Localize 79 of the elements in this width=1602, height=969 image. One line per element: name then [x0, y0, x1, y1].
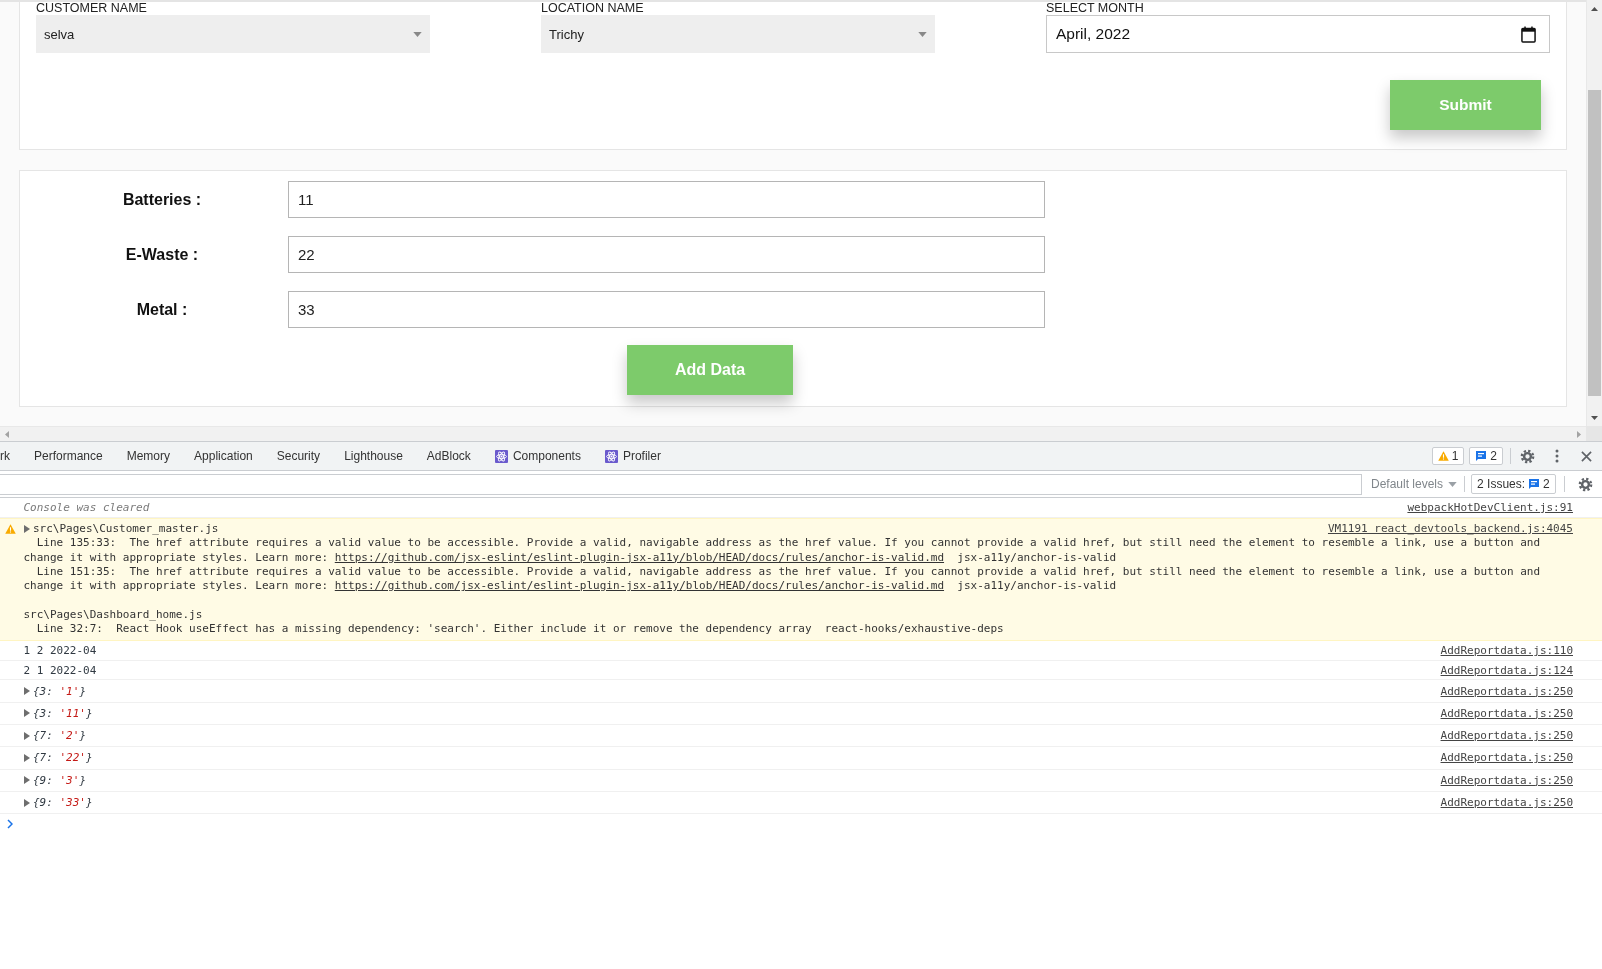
expand-triangle-icon[interactable]: [23, 776, 30, 785]
prompt-chevron-icon: [7, 819, 13, 830]
docs-link[interactable]: https://github.com/jsx-eslint/eslint-plugin-jsx-a11y/blob/HEAD/docs/rules/anchor-is-valid.md: [334, 579, 945, 593]
month-field[interactable]: April, 2022: [1046, 15, 1550, 53]
more-options-icon[interactable]: [1555, 449, 1559, 463]
source-link[interactable]: AddReportdata.js:250: [1440, 684, 1573, 698]
field-label: SELECT MONTH: [1046, 2, 1144, 15]
devtools-tab[interactable]: rk: [0, 442, 22, 470]
expand-triangle-icon[interactable]: [23, 525, 30, 534]
warning-text: Line 151:35: The href attribute requires a valid value to be accessible. Provide a valid, navigable address as the href value. If you cannot provide a valid href, but still need the element to resemble a link, use a button and change it with appropriate styles. Learn more: https://github.com/jsx-eslint/eslint-plugin-jsx-a11y/blob/HEAD/docs/rules/anchor-is-valid.md jsx-a11y/anchor-is-valid: [23, 564, 1542, 594]
messages-button[interactable]: 2: [1469, 447, 1503, 465]
file-path: src\Pages\Customer_master.js: [33, 522, 219, 537]
source-link[interactable]: AddReportdata.js:250: [1440, 773, 1573, 787]
devtools-tab[interactable]: Components: [482, 442, 593, 470]
input-field[interactable]: 33: [288, 291, 1045, 328]
devtools-tab[interactable]: Lighthouse: [332, 442, 415, 470]
warnings-button[interactable]: 1: [1431, 447, 1465, 465]
devtools-tab[interactable]: Performance: [22, 442, 115, 470]
object-preview: {7: '22'}: [33, 751, 93, 765]
select-field[interactable]: selva: [36, 15, 430, 53]
atom-icon: [494, 449, 508, 463]
object-preview: {3: '11'}: [33, 706, 93, 720]
source-link[interactable]: AddReportdata.js:110: [1440, 644, 1573, 658]
object-preview: {3: '1'}: [33, 684, 86, 698]
settings-icon[interactable]: [1520, 448, 1535, 464]
console-message: 2 1 2022-04: [23, 663, 97, 677]
expand-triangle-icon[interactable]: [23, 731, 30, 740]
source-link[interactable]: VM1191 react_devtools_backend.js:4045: [1327, 522, 1573, 537]
file-path: src\Pages\Dashboard_home.js: [23, 607, 203, 623]
vertical-scrollbar[interactable]: [1586, 0, 1602, 426]
warning-icon: [5, 524, 17, 534]
field-label: CUSTOMER NAME: [36, 2, 147, 15]
caret-icon: [1448, 481, 1458, 487]
source-link[interactable]: AddReportdata.js:250: [1440, 729, 1573, 743]
close-icon[interactable]: [1581, 450, 1592, 462]
message-icon: [1475, 450, 1488, 462]
expand-triangle-icon[interactable]: [23, 687, 30, 695]
input-field[interactable]: 22: [288, 236, 1045, 273]
source-link[interactable]: AddReportdata.js:250: [1440, 751, 1573, 765]
settings-icon[interactable]: [1577, 476, 1593, 492]
devtools-tab[interactable]: Profiler: [592, 442, 673, 470]
atom-icon: [604, 449, 618, 463]
field-label: Batteries :: [122, 190, 202, 208]
console-message: 1 2 2022-04: [23, 644, 97, 658]
devtools-tab[interactable]: AdBlock: [414, 442, 483, 470]
field-label: LOCATION NAME: [541, 2, 644, 15]
caret-icon: [413, 31, 422, 37]
calendar-icon[interactable]: [1521, 25, 1536, 43]
object-preview: {7: '2'}: [33, 729, 86, 743]
source-link[interactable]: AddReportdata.js:250: [1440, 796, 1573, 809]
scroll-down-icon[interactable]: [1591, 415, 1598, 420]
docs-link[interactable]: https://github.com/jsx-eslint/eslint-plugin-jsx-a11y/blob/HEAD/docs/rules/anchor-is-valid.md: [334, 550, 945, 564]
field-label: Metal :: [136, 300, 188, 318]
warning-text: Line 135:33: The href attribute requires a valid value to be accessible. Provide a valid, navigable address as the href value. If you cannot provide a valid href, but still need the element to resemble a link, use a button and change it with appropriate styles. Learn more: https://github.com/jsx-eslint/eslint-plugin-jsx-a11y/blob/HEAD/docs/rules/anchor-is-valid.md jsx-a11y/anchor-is-valid: [23, 536, 1542, 565]
expand-triangle-icon[interactable]: [23, 798, 30, 807]
devtools-tab[interactable]: Memory: [114, 442, 183, 470]
expand-triangle-icon[interactable]: [23, 753, 30, 762]
scrollbar-thumb[interactable]: [1588, 90, 1601, 396]
console-message: Console was cleared: [23, 501, 150, 514]
input-field[interactable]: 11: [288, 181, 1045, 218]
object-preview: {9: '3'}: [33, 773, 86, 787]
select-field[interactable]: Trichy: [541, 15, 935, 53]
object-preview: {9: '33'}: [33, 796, 93, 809]
source-link[interactable]: AddReportdata.js:124: [1440, 663, 1573, 677]
source-link[interactable]: webpackHotDevClient.js:91: [1407, 501, 1573, 514]
devtools-tab[interactable]: Security: [264, 442, 333, 470]
devtools-tab[interactable]: Application: [182, 442, 265, 470]
scroll-up-icon[interactable]: [1591, 6, 1598, 11]
warning-text: Line 32:7: React Hook useEffect has a missing dependency: 'search'. Either include it or remove the dependency array react-hooks/exhaustive-deps: [35, 622, 1005, 637]
filter-input[interactable]: [0, 473, 1362, 495]
issues-button[interactable]: 2 Issues: 2: [1471, 474, 1556, 494]
field-label: E-Waste :: [125, 245, 199, 263]
warning-icon: [1437, 451, 1449, 461]
scrollbar-corner: [1586, 426, 1602, 441]
message-icon: [1528, 478, 1541, 490]
caret-icon: [918, 31, 927, 37]
source-link[interactable]: AddReportdata.js:250: [1440, 706, 1573, 720]
expand-triangle-icon[interactable]: [23, 709, 30, 718]
levels-dropdown[interactable]: Default levels: [1371, 477, 1458, 491]
